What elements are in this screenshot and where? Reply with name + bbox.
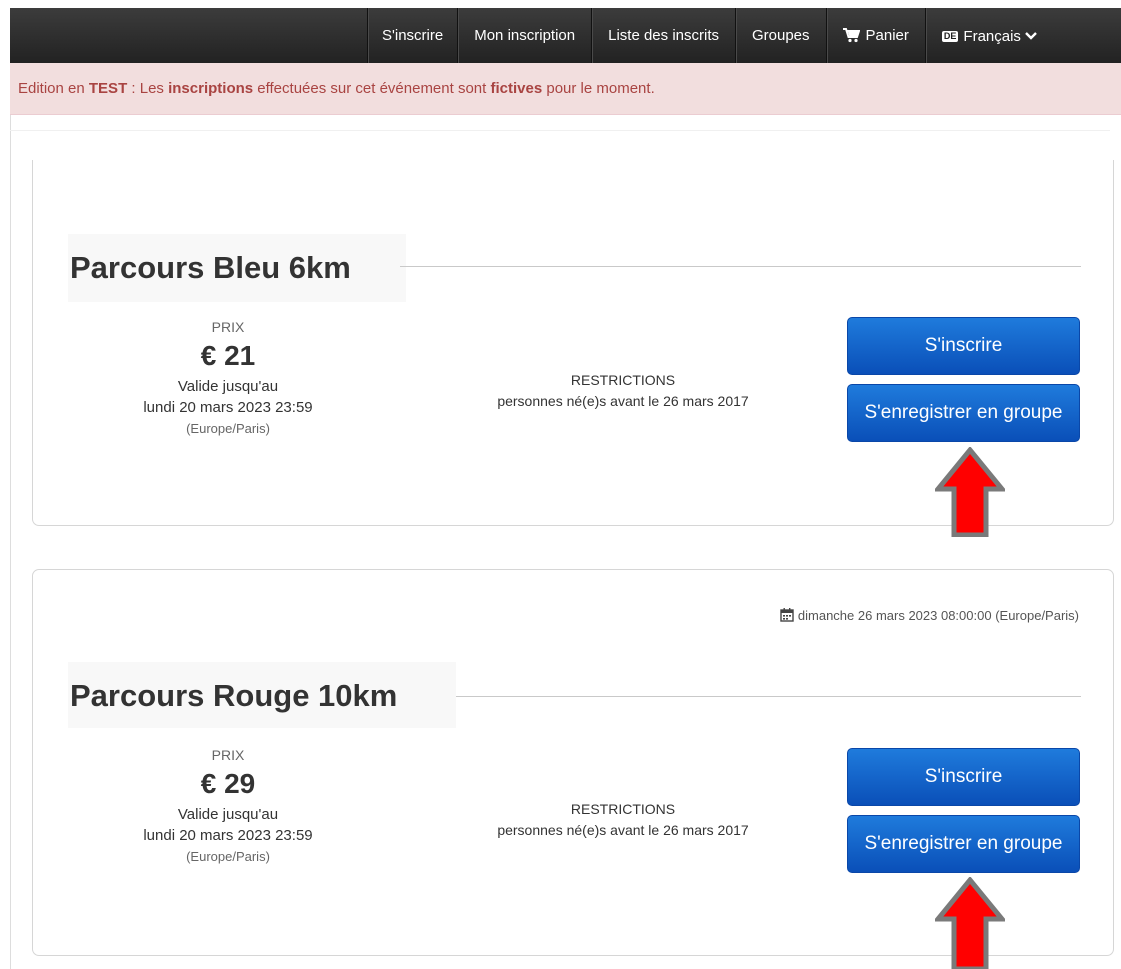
- restrictions-section: RESTRICTIONS personnes né(e)s avant le 2…: [453, 798, 793, 840]
- valid-until-label: Valide jusqu'au: [177, 378, 279, 395]
- group-register-button[interactable]: S'enregistrer en groupe: [847, 384, 1080, 442]
- nav-item-my-registration[interactable]: Mon inscription: [457, 8, 591, 63]
- timezone: (Europe/Paris): [186, 849, 270, 864]
- restrictions-label: RESTRICTIONS: [570, 801, 676, 817]
- nav-menu: S'inscrire Mon inscription Liste des ins…: [367, 8, 1053, 63]
- price-value: € 21: [200, 340, 256, 371]
- red-arrow-up-icon: [935, 447, 1005, 537]
- group-register-button[interactable]: S'enregistrer en groupe: [847, 815, 1080, 873]
- language-flag-icon: DE: [941, 31, 959, 42]
- timezone: (Europe/Paris): [186, 421, 270, 436]
- banner-word-inscriptions: inscriptions: [168, 80, 254, 97]
- restrictions-text: personnes né(e)s avant le 26 mars 2017: [497, 393, 749, 409]
- nav-item-label: Mon inscription: [474, 27, 576, 44]
- valid-until-date: lundi 20 mars 2023 23:59: [143, 827, 313, 844]
- restrictions-section: RESTRICTIONS personnes né(e)s avant le 2…: [453, 369, 793, 411]
- language-selector[interactable]: DE Français: [924, 8, 1053, 63]
- race-title-box: Parcours Rouge 10km: [68, 662, 456, 728]
- banner-word-test: TEST: [88, 80, 128, 97]
- nav-item-groups[interactable]: Groupes: [734, 8, 826, 63]
- banner-text-2: : Les: [127, 80, 169, 97]
- price-label: PRIX: [211, 747, 245, 763]
- page-left-border: [10, 115, 11, 969]
- top-navbar: S'inscrire Mon inscription Liste des ins…: [10, 8, 1121, 63]
- restrictions-text: personnes né(e)s avant le 26 mars 2017: [497, 822, 749, 838]
- price-section: PRIX € 29 Valide jusqu'au lundi 20 mars …: [103, 746, 353, 868]
- nav-item-register[interactable]: S'inscrire: [367, 8, 457, 63]
- valid-until-label: Valide jusqu'au: [177, 806, 279, 823]
- nav-item-label: Liste des inscrits: [608, 27, 719, 44]
- register-button[interactable]: S'inscrire: [847, 748, 1080, 806]
- chevron-down-icon: [1025, 8, 1037, 63]
- event-date-text: dimanche 26 mars 2023 08:00:00 (Europe/P…: [797, 608, 1079, 623]
- nav-item-label: S'inscrire: [382, 27, 444, 44]
- valid-until-date: lundi 20 mars 2023 23:59: [143, 399, 313, 416]
- register-button[interactable]: S'inscrire: [847, 317, 1080, 375]
- title-divider: [456, 696, 1081, 697]
- nav-item-registrant-list[interactable]: Liste des inscrits: [591, 8, 735, 63]
- banner-text-3: effectuées sur cet événement sont: [253, 80, 491, 97]
- banner-text-4: pour le moment.: [542, 80, 655, 97]
- nav-item-label: Groupes: [751, 27, 810, 44]
- price-section: PRIX € 21 Valide jusqu'au lundi 20 mars …: [103, 318, 353, 440]
- nav-item-cart[interactable]: Panier: [825, 8, 925, 66]
- event-date: dimanche 26 mars 2023 08:00:00 (Europe/P…: [780, 608, 1079, 625]
- banner-word-fictives: fictives: [490, 80, 543, 97]
- test-mode-banner: Edition en TEST : Les inscriptions effec…: [10, 63, 1121, 115]
- red-arrow-up-icon: [935, 877, 1005, 969]
- price-value: € 29: [200, 768, 256, 799]
- calendar-icon: [780, 608, 794, 625]
- title-divider: [400, 266, 1081, 267]
- shopping-cart-icon: [842, 11, 860, 66]
- language-label: Français: [963, 28, 1021, 45]
- nav-item-label: Panier: [865, 27, 909, 44]
- restrictions-label: RESTRICTIONS: [570, 372, 676, 388]
- race-title: Parcours Rouge 10km: [70, 678, 398, 713]
- race-title: Parcours Bleu 6km: [70, 250, 351, 285]
- banner-text-1: Edition en: [18, 80, 89, 97]
- race-title-box: Parcours Bleu 6km: [68, 234, 406, 302]
- price-label: PRIX: [211, 319, 245, 335]
- divider: [10, 130, 1110, 131]
